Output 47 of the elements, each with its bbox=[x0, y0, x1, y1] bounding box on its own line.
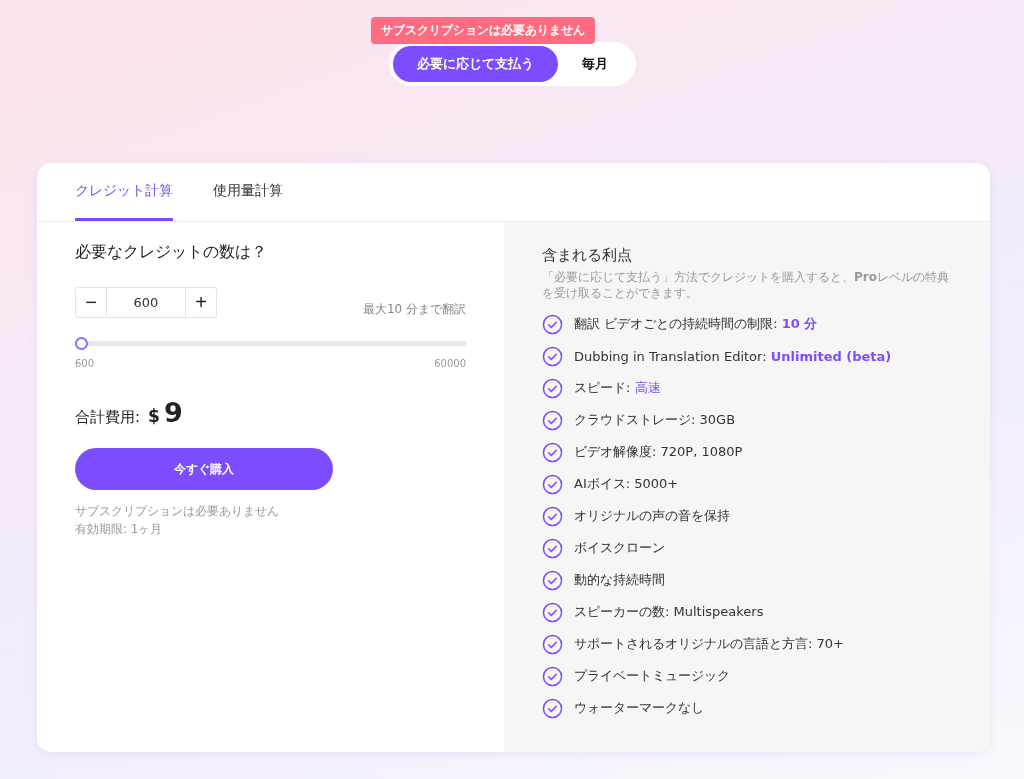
benefit-text: Dubbing in Translation Editor: Unlimited (beta) bbox=[574, 348, 892, 364]
check-circle-icon bbox=[542, 569, 563, 591]
calculator-tab[interactable]: 使用量計算 bbox=[213, 163, 283, 221]
benefit-text: ボイスクローン bbox=[574, 539, 665, 557]
slider-min-label: 600 bbox=[75, 358, 95, 369]
purchase-note: 有効期限: 1ヶ月 bbox=[75, 521, 164, 538]
benefit-text: サポートされるオリジナルの言語と方言: 70+ bbox=[574, 635, 844, 653]
tooltip-badge: サブスクリプションは必要ありません bbox=[370, 17, 595, 44]
check-circle-icon bbox=[542, 345, 563, 367]
check-circle-icon bbox=[542, 601, 563, 623]
check-circle-icon bbox=[542, 537, 563, 559]
decrease-button[interactable]: − bbox=[75, 287, 107, 318]
check-circle-icon bbox=[542, 377, 563, 399]
benefit-text: スピード: 高速 bbox=[574, 379, 661, 397]
check-circle-icon bbox=[542, 473, 563, 495]
check-circle-icon bbox=[542, 697, 563, 719]
quantity-input[interactable]: 600 bbox=[107, 287, 185, 318]
billing-option[interactable]: 必要に応じて支払う bbox=[392, 46, 558, 82]
calculator-tab[interactable]: クレジット計算 bbox=[75, 163, 173, 221]
increase-button[interactable]: + bbox=[185, 287, 217, 318]
slider-thumb[interactable] bbox=[75, 337, 88, 350]
benefit-text: ウォーターマークなし bbox=[574, 699, 704, 717]
buy-now-button[interactable]: 今すぐ購入 bbox=[75, 448, 333, 490]
currency-sign: $ bbox=[148, 406, 160, 426]
benefit-text: 動的な持続時間 bbox=[574, 571, 665, 589]
limit-note: 最大10 分まで翻訳 bbox=[362, 301, 466, 318]
check-circle-icon bbox=[542, 665, 563, 687]
benefits-title: 含まれる利点 bbox=[542, 246, 633, 265]
check-circle-icon bbox=[542, 441, 563, 463]
benefit-text: 翻訳 ビデオごとの持続時間の制限: 10 分 bbox=[574, 315, 818, 333]
benefits-description: 「必要に応じて支払う」方法でクレジットを購入すると、Proレベルの特典を受け取ることができます。 bbox=[542, 269, 950, 301]
check-circle-icon bbox=[542, 633, 563, 655]
benefit-text: スピーカーの数: Multispeakers bbox=[574, 603, 764, 621]
benefit-text: オリジナルの声の音を保持 bbox=[574, 507, 730, 525]
credits-question: 必要なクレジットの数は？ bbox=[75, 242, 268, 263]
billing-option[interactable]: 毎月 bbox=[557, 46, 632, 82]
benefit-text: ビデオ解像度: 720P, 1080P bbox=[574, 443, 743, 461]
benefit-text: AIボイス: 5000+ bbox=[574, 475, 679, 493]
total-amount: 9 bbox=[163, 397, 183, 428]
check-circle-icon bbox=[542, 313, 563, 335]
benefit-text: クラウドストレージ: 30GB bbox=[574, 411, 736, 429]
check-circle-icon bbox=[542, 409, 563, 431]
slider-max-label: 60000 bbox=[434, 358, 466, 369]
purchase-note: サブスクリプションは必要ありません bbox=[75, 503, 280, 520]
check-circle-icon bbox=[542, 505, 563, 527]
benefit-text: プライベートミュージック bbox=[574, 667, 730, 685]
total-label: 合計費用: bbox=[75, 408, 141, 427]
